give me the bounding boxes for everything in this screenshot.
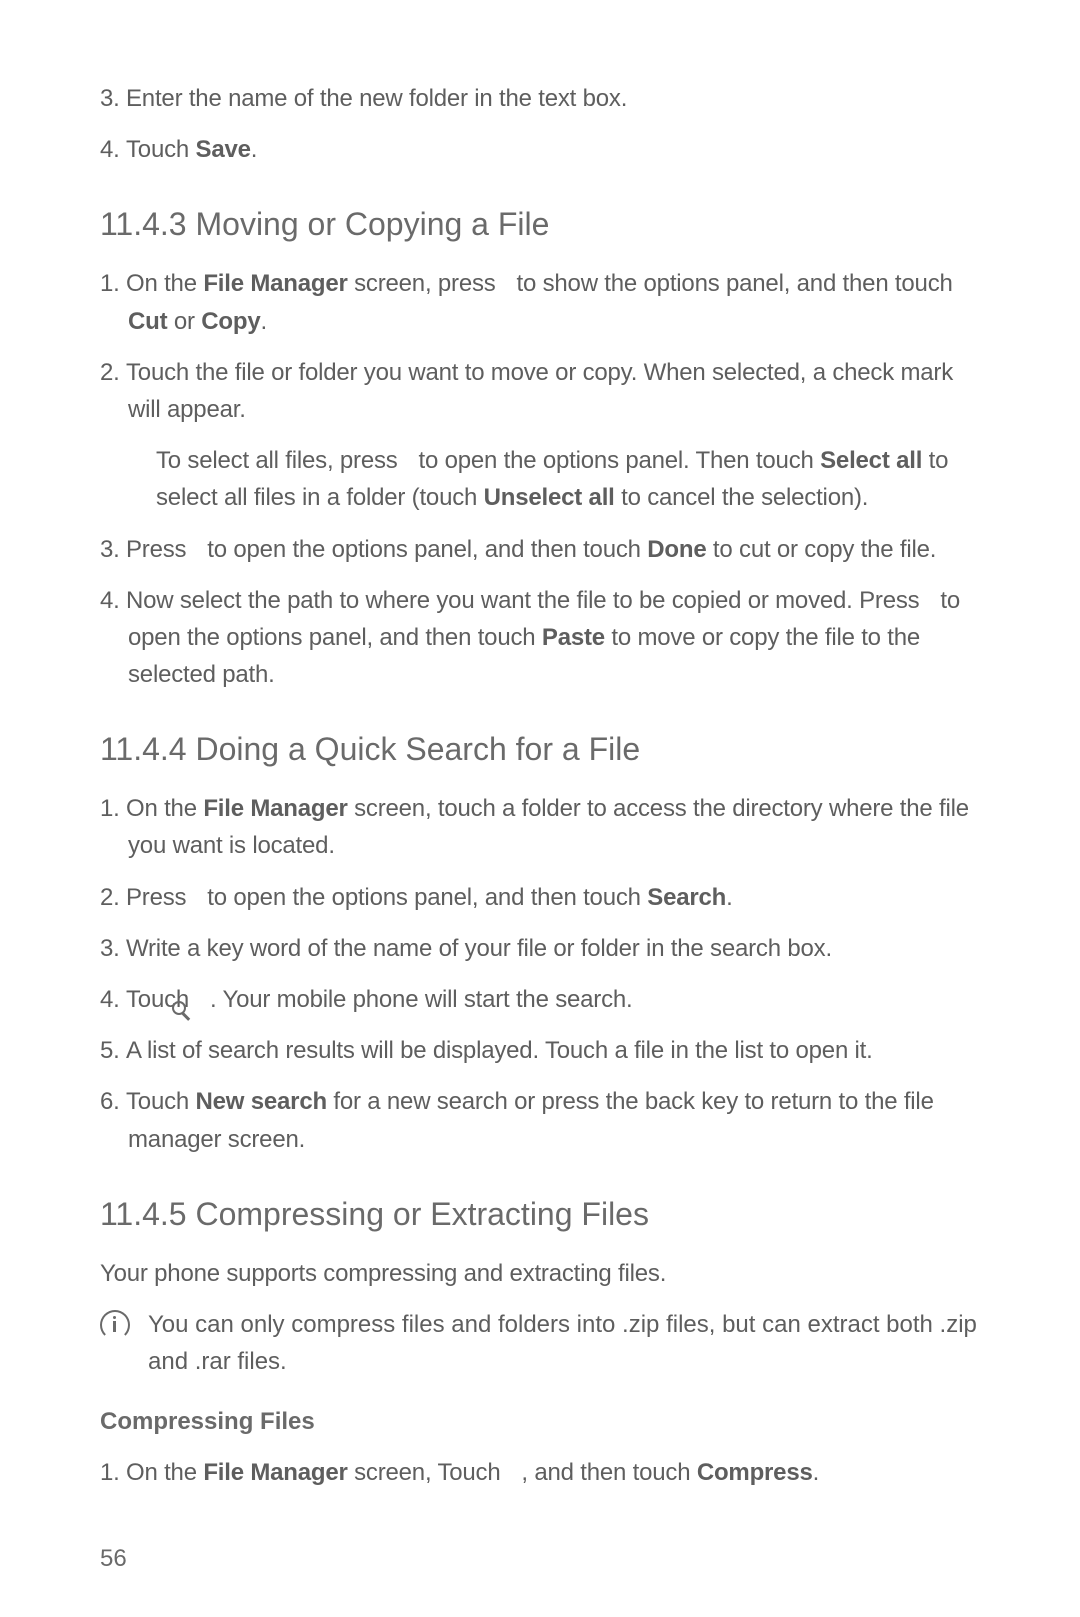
body-text: Touch the file or folder you want to mov… <box>126 359 953 423</box>
warning-icon <box>100 1310 130 1340</box>
body-text: to show the options panel, and then touc… <box>510 270 953 297</box>
body-text: screen, Touch <box>348 1459 507 1486</box>
bold-text: Cut <box>128 308 167 335</box>
section-heading-1143: 11.4.3 Moving or Copying a File <box>100 206 980 243</box>
body-text: to cut or copy the file. <box>706 536 936 563</box>
list-1145: 1. On the File Manager screen, Touch , a… <box>100 1454 980 1491</box>
body-text: A list of search results will be display… <box>126 1037 873 1064</box>
note-text: You can only compress files and folders … <box>148 1306 980 1380</box>
list-1144: 1. On the File Manager screen, touch a f… <box>100 790 980 1158</box>
intro-list: 3. Enter the name of the new folder in t… <box>100 80 980 168</box>
list-1143: 1. On the File Manager screen, press to … <box>100 265 980 693</box>
body-text: . <box>251 136 257 163</box>
section-1145-intro: Your phone supports compressing and extr… <box>100 1255 980 1292</box>
list-item-number: 3. <box>100 531 126 568</box>
bold-text: Select all <box>820 447 922 474</box>
section-heading-1144: 11.4.4 Doing a Quick Search for a File <box>100 731 980 768</box>
body-text: or <box>167 308 201 335</box>
body-text: . Your mobile phone will start the searc… <box>204 986 633 1013</box>
bold-text: File Manager <box>203 795 347 822</box>
bold-text: File Manager <box>203 270 347 297</box>
sub-note: To select all files, press to open the o… <box>156 442 980 516</box>
body-text: to open the options panel, and then touc… <box>201 884 647 911</box>
list-item-number: 1. <box>100 790 126 827</box>
list-item-number: 4. <box>100 131 126 168</box>
body-text: , and then touch <box>515 1459 697 1486</box>
list-item-number: 1. <box>100 1454 126 1491</box>
list-item: 6. Touch New search for a new search or … <box>100 1083 980 1157</box>
list-item: 1. On the File Manager screen, touch a f… <box>100 790 980 864</box>
manual-page: 3. Enter the name of the new folder in t… <box>0 0 1080 1617</box>
body-text: Now select the path to where you want th… <box>126 587 926 614</box>
body-text: On the <box>126 795 203 822</box>
body-text: Press <box>126 884 193 911</box>
page-number: 56 <box>100 1545 127 1573</box>
list-item: 5. A list of search results will be disp… <box>100 1032 980 1069</box>
body-text: . <box>260 308 266 335</box>
bold-text: Compress <box>697 1459 813 1486</box>
body-text: screen, press <box>348 270 502 297</box>
body-text: Touch <box>126 136 196 163</box>
bold-text: Paste <box>542 624 605 651</box>
note-row: You can only compress files and folders … <box>100 1306 980 1380</box>
list-item-number: 3. <box>100 80 126 117</box>
body-text: Write a key word of the name of your fil… <box>126 935 832 962</box>
bold-text: Save <box>196 136 251 163</box>
section-heading-1145: 11.4.5 Compressing or Extracting Files <box>100 1196 980 1233</box>
subheading-compressing-files: Compressing Files <box>100 1408 980 1436</box>
body-text: Press <box>126 536 193 563</box>
bold-text: Done <box>647 536 706 563</box>
body-text: On the <box>126 270 203 297</box>
body-text: to cancel the selection). <box>615 484 869 511</box>
list-item: 1. On the File Manager screen, Touch , a… <box>100 1454 980 1491</box>
list-item: 2. Touch the file or folder you want to … <box>100 354 980 428</box>
list-item: 3. Enter the name of the new folder in t… <box>100 80 980 117</box>
list-item: 4. Touch . Your mobile phone will start … <box>100 981 980 1018</box>
body-text: On the <box>126 1459 203 1486</box>
list-item-number: 2. <box>100 354 126 391</box>
bold-text: Unselect all <box>484 484 615 511</box>
bold-text: Search <box>647 884 726 911</box>
list-item: 1. On the File Manager screen, press to … <box>100 265 980 339</box>
body-text: . <box>813 1459 819 1486</box>
bold-text: Copy <box>201 308 260 335</box>
list-item-number: 5. <box>100 1032 126 1069</box>
bold-text: File Manager <box>203 1459 347 1486</box>
body-text: to open the options panel, and then touc… <box>201 536 647 563</box>
list-item-number: 4. <box>100 582 126 619</box>
body-text: To select all files, press <box>156 447 404 474</box>
list-item-number: 3. <box>100 930 126 967</box>
list-item-number: 4. <box>100 981 126 1018</box>
list-item: 3. Press to open the options panel, and … <box>100 531 980 568</box>
body-text: Enter the name of the new folder in the … <box>126 85 627 112</box>
body-text: Touch <box>126 1088 196 1115</box>
body-text: to open the options panel. Then touch <box>412 447 820 474</box>
list-item: 4. Now select the path to where you want… <box>100 582 980 694</box>
list-item-number: 2. <box>100 879 126 916</box>
list-item: 4. Touch Save. <box>100 131 980 168</box>
list-item: 3. Write a key word of the name of your … <box>100 930 980 967</box>
list-item: 2. Press to open the options panel, and … <box>100 879 980 916</box>
list-item-number: 6. <box>100 1083 126 1120</box>
body-text: . <box>726 884 732 911</box>
list-item-number: 1. <box>100 265 126 302</box>
bold-text: New search <box>196 1088 327 1115</box>
